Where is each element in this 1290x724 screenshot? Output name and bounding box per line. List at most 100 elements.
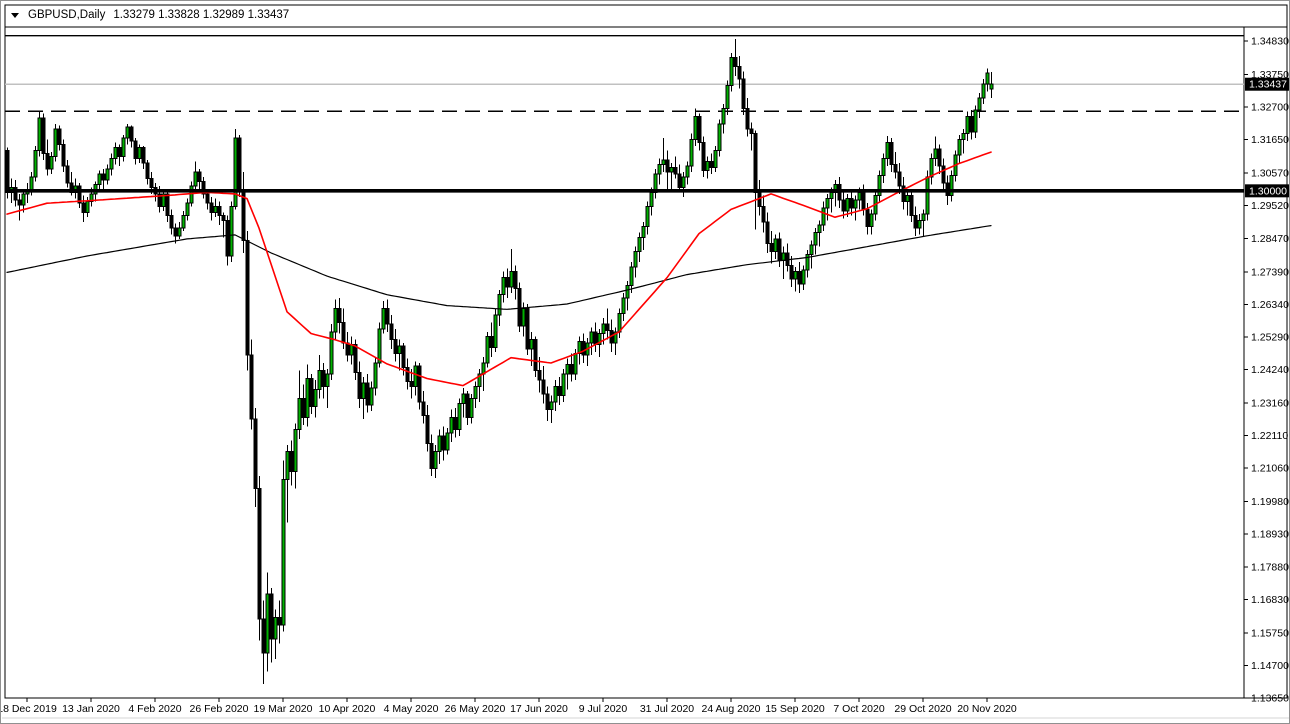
candle bbox=[762, 206, 765, 222]
candle bbox=[986, 73, 989, 84]
candle bbox=[470, 399, 473, 418]
candle bbox=[558, 386, 561, 395]
candle bbox=[866, 209, 869, 226]
candle bbox=[218, 206, 221, 215]
candle bbox=[174, 228, 177, 236]
candle bbox=[846, 199, 849, 211]
candle bbox=[778, 239, 781, 261]
x-axis-label: 18 Dec 2019 bbox=[1, 703, 57, 715]
candle bbox=[990, 84, 993, 89]
candle bbox=[266, 594, 269, 653]
y-axis-label: 1.29520 bbox=[1251, 200, 1289, 212]
candle bbox=[514, 271, 517, 288]
candle bbox=[450, 417, 453, 433]
candle bbox=[362, 383, 365, 399]
candle bbox=[394, 340, 397, 354]
y-axis-label: 1.30570 bbox=[1251, 168, 1289, 180]
candle bbox=[334, 309, 337, 332]
y-axis[interactable]: 1.348301.337501.327001.316501.305701.295… bbox=[1244, 36, 1289, 705]
y-axis-label: 1.14700 bbox=[1251, 660, 1289, 672]
candle bbox=[182, 216, 185, 228]
candle bbox=[662, 160, 665, 165]
candle bbox=[714, 151, 717, 168]
candle bbox=[922, 214, 925, 220]
candle bbox=[830, 192, 833, 198]
candle bbox=[306, 378, 309, 417]
candle bbox=[230, 206, 233, 256]
y-axis-label: 1.28470 bbox=[1251, 233, 1289, 245]
candle bbox=[430, 444, 433, 469]
candle bbox=[690, 140, 693, 166]
candle bbox=[274, 617, 277, 639]
candle bbox=[898, 172, 901, 186]
candle bbox=[782, 253, 785, 261]
candle bbox=[802, 270, 805, 284]
candle bbox=[210, 203, 213, 212]
y-axis-label: 1.17880 bbox=[1251, 561, 1289, 573]
candle bbox=[366, 383, 369, 405]
candle bbox=[114, 147, 117, 158]
candle bbox=[302, 399, 305, 418]
candle bbox=[234, 138, 237, 206]
candle bbox=[238, 138, 241, 191]
candle bbox=[18, 200, 21, 205]
candle bbox=[570, 365, 573, 374]
chart-canvas[interactable]: 1.348301.337501.327001.316501.305701.295… bbox=[1, 1, 1290, 724]
candle bbox=[890, 143, 893, 165]
x-axis-label: 15 Sep 2020 bbox=[765, 703, 825, 715]
chart-background bbox=[1, 1, 1290, 724]
y-axis-label: 1.13650 bbox=[1251, 693, 1289, 705]
candle bbox=[34, 151, 37, 177]
candle bbox=[198, 172, 201, 181]
candle bbox=[706, 161, 709, 170]
x-axis-label: 31 Jul 2020 bbox=[640, 703, 694, 715]
candle bbox=[634, 251, 637, 267]
candle bbox=[358, 372, 361, 398]
candle bbox=[510, 271, 513, 287]
candle bbox=[882, 158, 885, 175]
ohlc-quote-label: 1.33279 1.33828 1.32989 1.33437 bbox=[113, 9, 289, 21]
candle bbox=[526, 309, 529, 349]
y-axis-label: 1.16830 bbox=[1251, 594, 1289, 606]
candle bbox=[590, 332, 593, 343]
candle bbox=[466, 394, 469, 417]
candle bbox=[794, 271, 797, 279]
candle bbox=[810, 245, 813, 254]
candle bbox=[126, 127, 129, 138]
y-axis-label: 1.31650 bbox=[1251, 134, 1289, 146]
candle bbox=[906, 195, 909, 201]
candle bbox=[542, 380, 545, 394]
chart-window: 1.348301.337501.327001.316501.305701.295… bbox=[0, 0, 1290, 724]
candle bbox=[342, 323, 345, 343]
candle bbox=[742, 79, 745, 108]
current-price-tag-text: 1.33437 bbox=[1249, 79, 1287, 91]
candle bbox=[818, 225, 821, 233]
chart-quote-title: GBPUSD,Daily 1.33279 1.33828 1.32989 1.3… bbox=[11, 7, 289, 23]
candle bbox=[842, 200, 845, 211]
candle bbox=[918, 220, 921, 228]
candle bbox=[446, 433, 449, 450]
x-axis-label: 9 Jul 2020 bbox=[579, 703, 628, 715]
candle bbox=[50, 157, 53, 169]
candle bbox=[22, 194, 25, 205]
candle bbox=[754, 133, 757, 192]
candle bbox=[938, 149, 941, 166]
candle bbox=[770, 244, 773, 252]
y-axis-label: 1.23160 bbox=[1251, 398, 1289, 410]
candle bbox=[442, 436, 445, 450]
candle bbox=[226, 220, 229, 256]
candle bbox=[766, 222, 769, 244]
candle bbox=[958, 140, 961, 156]
candle bbox=[974, 110, 977, 132]
candle bbox=[322, 371, 325, 387]
candle bbox=[518, 289, 521, 326]
candle bbox=[82, 203, 85, 212]
candle bbox=[262, 619, 265, 653]
candle bbox=[638, 237, 641, 251]
candle bbox=[694, 116, 697, 139]
candle bbox=[826, 199, 829, 208]
candle bbox=[338, 309, 341, 323]
candle bbox=[186, 203, 189, 215]
candle bbox=[410, 382, 413, 387]
candle bbox=[406, 368, 409, 382]
